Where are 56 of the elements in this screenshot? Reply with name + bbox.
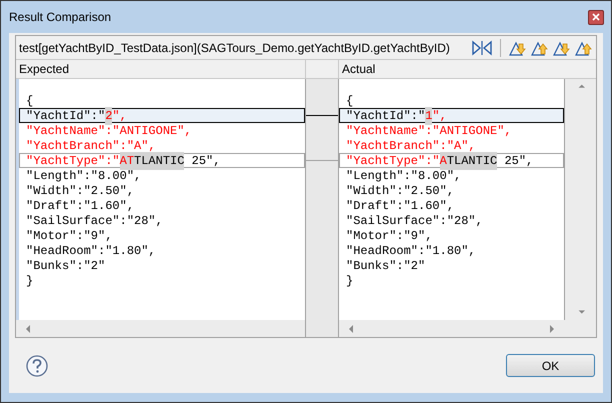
help-icon[interactable] [26,354,48,376]
column-heading: Actual [342,61,376,78]
next-difference-icon[interactable] [553,40,571,56]
code-text: "HeadRoom":"1.80", [26,242,156,260]
code-text: 25", [190,152,220,170]
code-text: } [346,272,354,290]
code-text: { [346,92,354,110]
close-button[interactable] [588,10,604,24]
code-text: { [26,92,34,110]
code-text: ", [432,108,447,124]
code-text: "YachtName":"ANTIGONE", [346,122,512,140]
horizontal-scrollbar[interactable] [339,320,596,337]
code-text: TLANTIC [446,152,498,170]
vertical-scrollbar[interactable] [565,79,596,320]
previous-difference-icon[interactable] [575,40,593,56]
code-text: "Draft":"1.60", [346,198,454,214]
code-text: "Motor":"9", [26,228,112,244]
code-text: AT [120,152,134,170]
code-text: 25", [503,152,534,170]
arrow-right-icon[interactable] [548,324,556,334]
code-text: "YachtId":" [26,108,106,124]
code-text: "SailSurface":"28", [26,212,163,230]
code-text: "Bunks":"2" [26,258,106,274]
code-text: "Width":"2.50", [346,182,454,200]
swap-icon[interactable] [472,40,492,56]
next-change-icon[interactable] [509,40,527,56]
window-title: Result Comparison [9,9,112,26]
code-text: ", [112,108,127,124]
code-text: "Width":"2.50", [26,182,134,200]
code-text: "Bunks":"2" [346,258,426,274]
code-text: "Draft":"1.60", [26,198,134,214]
code-text: "HeadRoom":"1.80", [346,242,476,260]
code-text: "YachtType":" [346,152,440,170]
column-heading: Expected [19,61,70,78]
code-text: TLANTIC [134,152,184,170]
code-text: 1 [425,106,432,124]
test-label: test[getYachtByID_TestData.json](SAGTours_Demo.getYachtByID.getYachtByID) [19,40,450,56]
code-text: "Motor":"9", [346,228,432,244]
code-text: "SailSurface":"28", [346,212,483,230]
ok-button[interactable]: OK [506,354,595,377]
code-text: } [26,272,34,290]
arrow-left-icon[interactable] [347,324,355,334]
arrow-up-icon[interactable] [576,83,586,91]
arrow-left-icon[interactable] [24,324,32,334]
previous-change-icon[interactable] [531,40,549,56]
code-text: "YachtBranch":"A", [26,138,156,154]
code-text: "YachtBranch":"A", [346,138,476,154]
close-icon [592,13,600,21]
code-text: "YachtId":" [346,108,426,124]
code-text: "YachtName":"ANTIGONE", [26,122,192,140]
code-text: 2 [105,106,112,124]
code-text: "YachtType":" [26,152,120,170]
horizontal-scrollbar[interactable] [16,320,305,337]
code-text: A [440,152,447,170]
code-text: "Length":"8.00", [346,168,462,184]
code-text: "Length":"8.00", [26,168,142,184]
